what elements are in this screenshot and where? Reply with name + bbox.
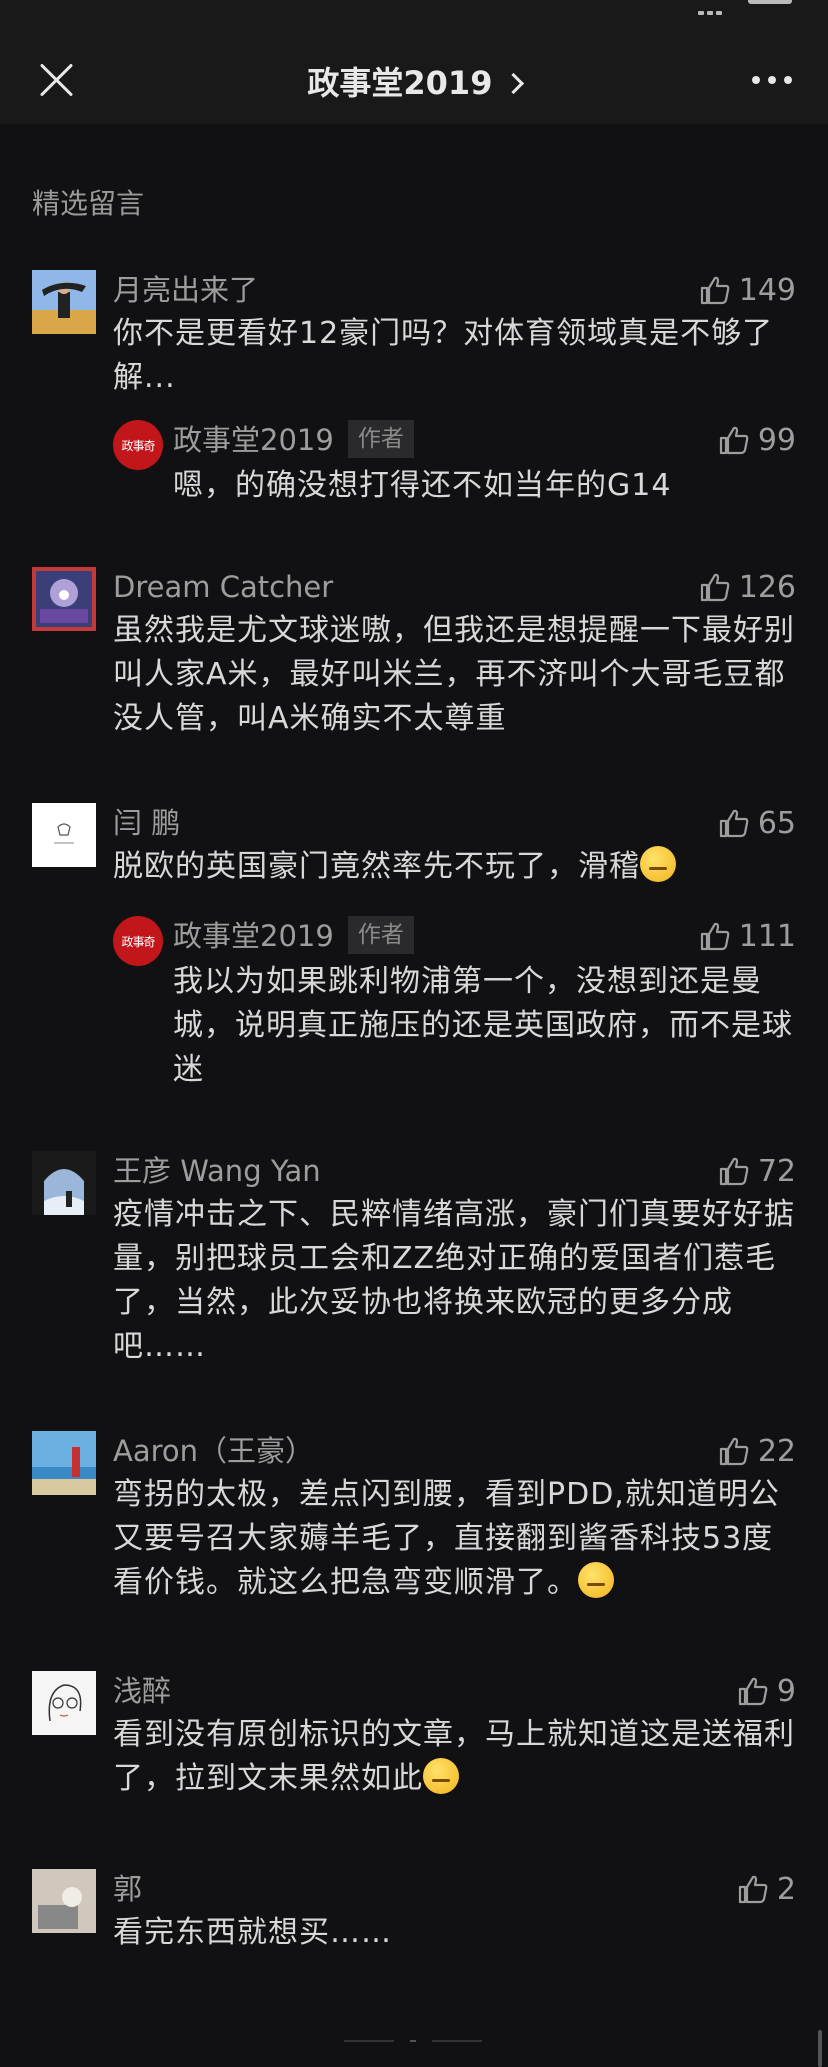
avatar[interactable]: 政事奇 [113, 420, 163, 470]
like-count: 9 [776, 1673, 796, 1709]
comment-author[interactable]: Aaron（王豪） [113, 1431, 314, 1471]
like-count: 22 [757, 1433, 796, 1469]
scrollbar[interactable] [818, 2030, 822, 2067]
battery-icon [748, 0, 792, 4]
like-button[interactable]: 126 [699, 567, 796, 607]
status-bar [0, 0, 828, 30]
comment-text: 弯拐的太极，差点闪到腰，看到PDD,就知道明公又要号召大家薅羊毛了，直接翻到酱香… [113, 1477, 780, 1600]
like-button[interactable]: 22 [718, 1431, 796, 1471]
comment-text: 我以为如果跳利物浦第一个，没想到还是曼城，说明真正施压的还是英国政府，而不是球迷 [173, 964, 793, 1087]
avatar[interactable] [32, 567, 96, 631]
thumbs-up-icon [700, 922, 730, 951]
like-button[interactable]: 99 [718, 420, 796, 460]
like-button[interactable]: 65 [718, 803, 796, 843]
avatar[interactable]: 政事奇 [113, 916, 163, 966]
avatar[interactable] [32, 1151, 96, 1215]
section-title: 精选留言 [32, 187, 145, 220]
thinking-emoji-icon [640, 846, 676, 882]
like-button[interactable]: 9 [737, 1671, 796, 1711]
like-button[interactable]: 149 [699, 270, 796, 310]
thumbs-up-icon [719, 426, 749, 455]
avatar[interactable] [32, 1671, 96, 1735]
thumbs-up-icon [738, 1677, 768, 1706]
like-count: 126 [738, 569, 796, 605]
thinking-emoji-icon [578, 1562, 614, 1598]
comment-author[interactable]: 政事堂2019 作者 [173, 420, 414, 460]
comment-text: 看到没有原创标识的文章，马上就知道这是送福利了，拉到文末果然如此 [113, 1717, 795, 1796]
comment-author[interactable]: 浅醉 [113, 1671, 171, 1711]
like-count: 72 [757, 1153, 796, 1189]
like-button[interactable]: 2 [737, 1869, 796, 1909]
author-badge: 作者 [347, 916, 414, 954]
like-count: 99 [757, 422, 796, 458]
comment-author[interactable]: 王彦 Wang Yan [113, 1151, 321, 1191]
comment-text: 你不是更看好12豪门吗？对体育领域真是不够了解... [113, 316, 774, 395]
like-count: 2 [776, 1871, 796, 1907]
comment-author[interactable]: Dream Catcher [113, 567, 333, 607]
comment-author[interactable]: 政事堂2019 作者 [173, 916, 414, 956]
comment-text: 虽然我是尤文球迷嗷，但我还是想提醒一下最好别叫人家A米，最好叫米兰，再不济叫个大… [113, 613, 795, 736]
account-title: 政事堂2019 [307, 64, 493, 102]
thumbs-up-icon [738, 1875, 768, 1904]
thumbs-up-icon [719, 809, 749, 838]
account-title-link[interactable]: 政事堂2019 [0, 58, 828, 104]
avatar[interactable] [32, 1431, 96, 1495]
smirk-emoji-icon [423, 1758, 459, 1794]
like-count: 111 [738, 918, 796, 954]
thumbs-up-icon [719, 1157, 749, 1186]
comment-author[interactable]: 月亮出来了 [113, 270, 258, 310]
avatar[interactable] [32, 1869, 96, 1933]
signal-icon [698, 0, 738, 15]
thumbs-up-icon [700, 276, 730, 305]
avatar[interactable] [32, 803, 96, 867]
page-indicator [344, 2040, 484, 2044]
chevron-right-icon [502, 72, 524, 95]
comment-text: 嗯，的确没想打得还不如当年的G14 [173, 468, 672, 503]
like-count: 65 [757, 805, 796, 841]
thumbs-up-icon [700, 573, 730, 602]
like-button[interactable]: 72 [718, 1151, 796, 1191]
comment-text: 看完东西就想买…… [113, 1915, 392, 1950]
more-icon[interactable] [752, 76, 792, 86]
comment-author[interactable]: 闫 鹏 [113, 803, 180, 843]
author-badge: 作者 [347, 420, 414, 458]
like-button[interactable]: 111 [699, 916, 796, 956]
thumbs-up-icon [719, 1437, 749, 1466]
nav-bar: 政事堂2019 [0, 30, 828, 124]
comment-text: 脱欧的英国豪门竟然率先不玩了，滑稽 [113, 845, 796, 889]
comment-text: 疫情冲击之下、民粹情绪高涨，豪门们真要好好掂量，别把球员工会和ZZ绝对正确的爱国… [113, 1197, 795, 1364]
like-count: 149 [738, 272, 796, 308]
avatar[interactable] [32, 270, 96, 334]
comment-author[interactable]: 郭 [113, 1869, 142, 1909]
